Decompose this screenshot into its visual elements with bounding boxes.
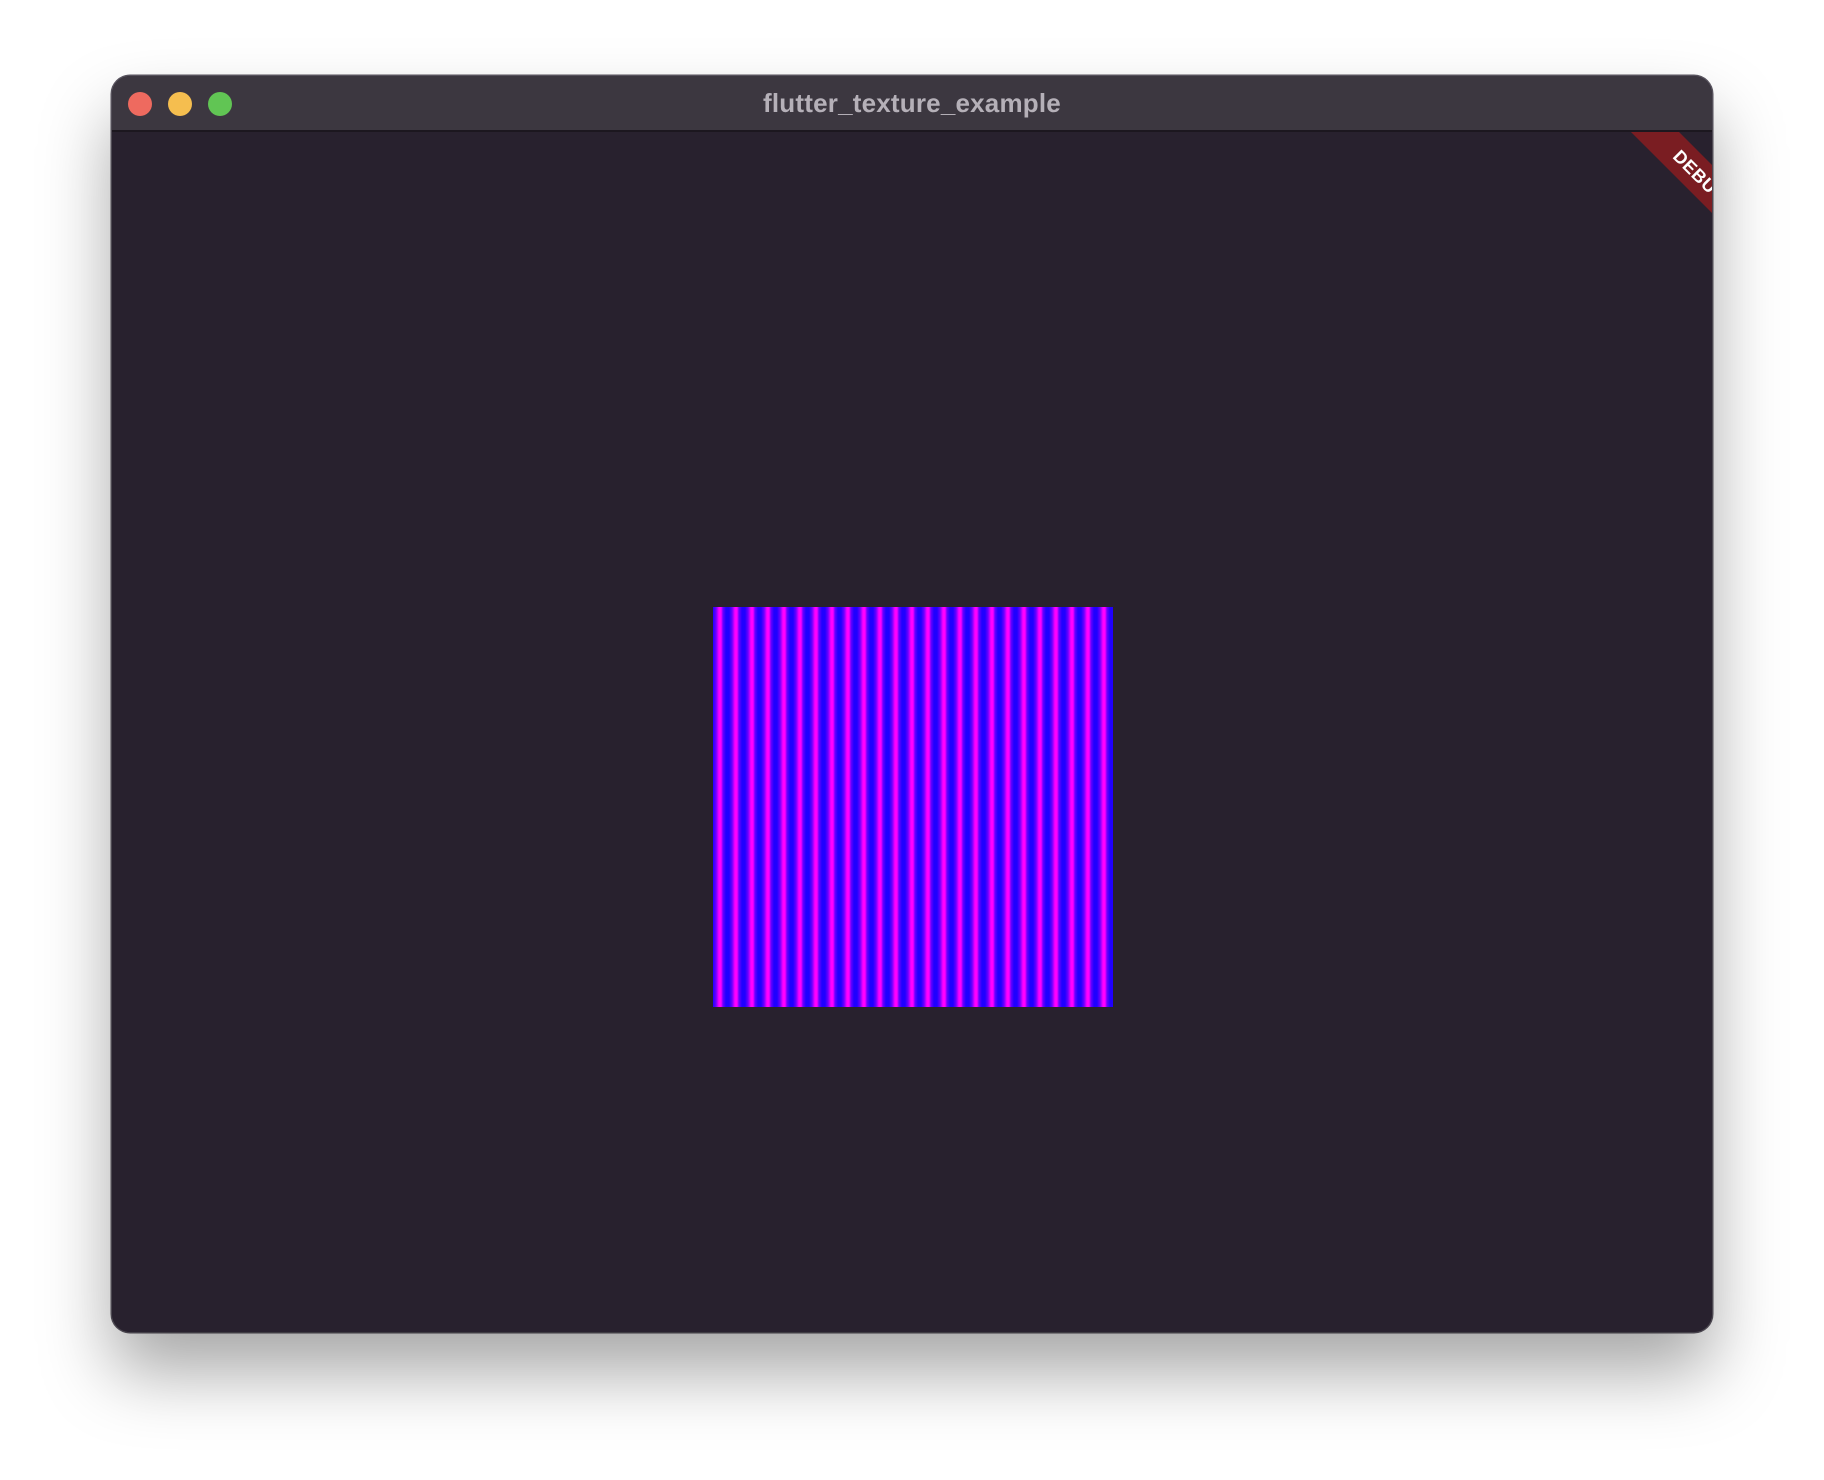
window-title: flutter_texture_example <box>763 88 1061 118</box>
texture-view <box>713 607 1113 1007</box>
app-window: flutter_texture_example DEBUG <box>112 76 1712 1332</box>
debug-banner-label: DEBUG <box>1617 132 1712 260</box>
title-bar[interactable]: flutter_texture_example <box>112 76 1712 132</box>
debug-banner: DEBUG <box>1572 132 1712 272</box>
app-content <box>112 132 1712 1332</box>
